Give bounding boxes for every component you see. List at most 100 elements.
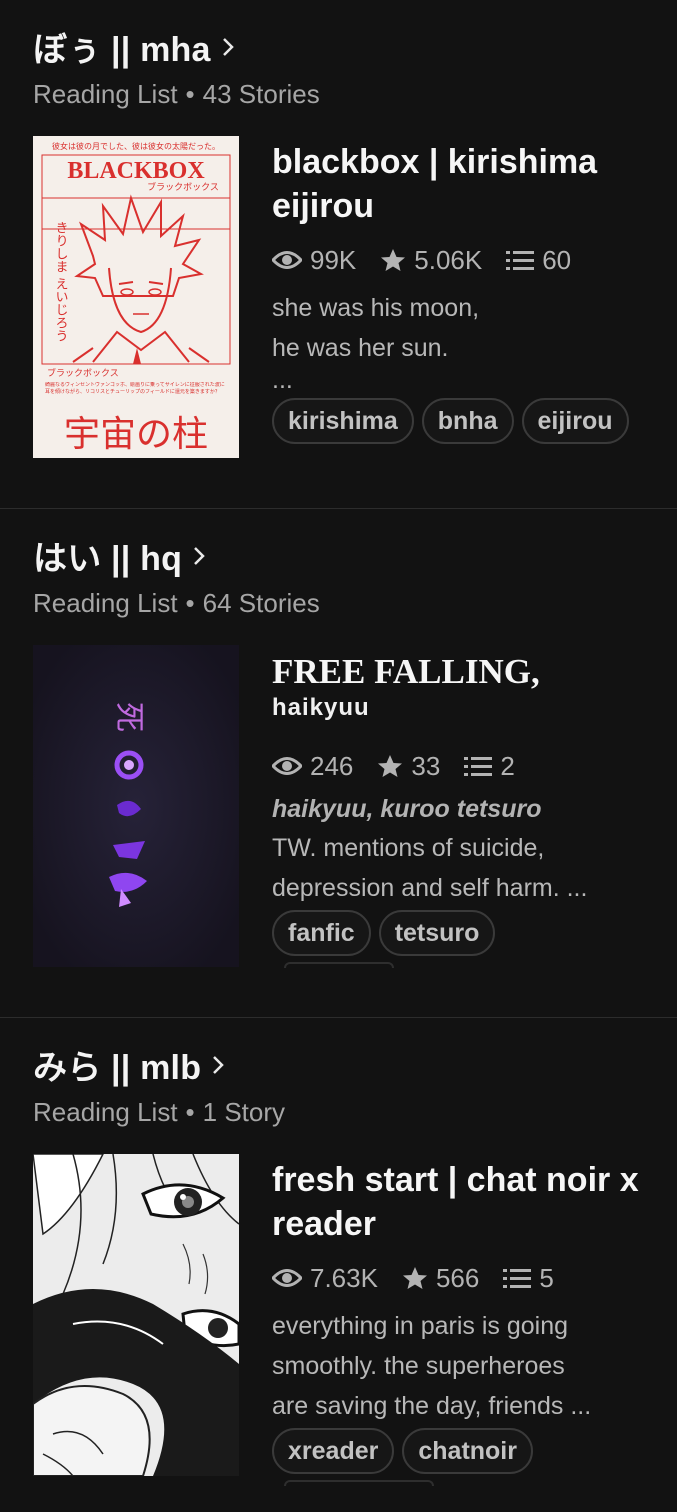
story-cover[interactable]	[33, 1154, 239, 1476]
parts-count: 60	[542, 244, 572, 275]
story-stats: 246 33 2	[272, 748, 652, 784]
story-count: 64 Stories	[202, 588, 320, 618]
separator-dot: •	[185, 79, 195, 109]
star-icon	[381, 249, 406, 271]
story-count: 1 Story	[202, 1097, 286, 1127]
description-line: he was her sun.	[272, 334, 449, 362]
tag-chip-overflow	[284, 1480, 434, 1486]
reading-list-title[interactable]: みら || mlb	[33, 1040, 201, 1089]
reading-list-label: Reading List	[33, 1097, 178, 1127]
story-info[interactable]: FREE FALLING, haikyuu 246 33 2 haikyuu, …	[272, 652, 652, 968]
votes-stat: 5.06K	[380, 245, 482, 276]
story-tags: kirishima bnha eijirou	[272, 398, 652, 444]
cover-brand-kana: ブラックボックス	[147, 181, 219, 193]
cover-bottom-text: 宇宙の柱	[64, 414, 208, 455]
tag-chip[interactable]: bnha	[421, 398, 514, 444]
cover-side-text: きりしま えいじろう	[53, 221, 68, 343]
cover-art-blackbox: 彼女は彼の月でした、彼は彼女の太陽だった。 BLACKBOX ブラックボックス …	[33, 136, 239, 458]
chevron-right-icon[interactable]	[221, 37, 235, 57]
description-line: ...	[272, 366, 293, 394]
reading-list-title[interactable]: ぼぅ || mha	[33, 22, 211, 71]
reading-list-header[interactable]: ぼぅ || mha Reading List • 43 Stories	[33, 22, 320, 110]
separator-dot: •	[185, 588, 195, 618]
story-cover[interactable]: 死	[33, 645, 239, 967]
story-description: everything in paris is going smoothly. t…	[272, 1306, 652, 1426]
reads-stat: 7.63K	[272, 1263, 378, 1294]
tag-chip[interactable]: eijirou	[521, 398, 629, 444]
story-title[interactable]: FREE FALLING,	[272, 652, 652, 692]
cover-glyph: 死	[111, 702, 146, 732]
parts-stat: 60	[506, 245, 571, 276]
cover-top-text: 彼女は彼の月でした、彼は彼女の太陽だった。	[52, 141, 220, 151]
cover-art-fresh-start	[33, 1154, 239, 1476]
tag-chip-overflow	[284, 962, 394, 968]
story-italic-tags: haikyuu, kuroo tetsuro	[272, 795, 542, 823]
tag-chip[interactable]: xreader	[272, 1428, 395, 1474]
chevron-right-icon[interactable]	[192, 546, 206, 566]
votes-count: 33	[411, 750, 441, 781]
cover-art-free-falling: 死	[33, 645, 239, 967]
votes-count: 5.06K	[414, 244, 483, 275]
story-info[interactable]: blackbox | kirishima eijirou 99K 5.06K 6…	[272, 140, 652, 444]
reads-count: 246	[310, 750, 354, 781]
reading-list-title-row[interactable]: はい || hq	[33, 531, 320, 580]
cover-kana-2: ブラックボックス	[47, 367, 119, 379]
separator-dot: •	[185, 1097, 195, 1127]
story-info[interactable]: fresh start | chat noir x reader 7.63K 5…	[272, 1158, 652, 1486]
description-line: TW. mentions of suicide,	[272, 834, 545, 862]
reads-stat: 99K	[272, 245, 356, 276]
story-tags: fanfic tetsuro	[272, 910, 652, 956]
story-subtitle: haikyuu	[272, 694, 370, 721]
votes-stat: 566	[402, 1263, 479, 1294]
story-cover[interactable]: 彼女は彼の月でした、彼は彼女の太陽だった。 BLACKBOX ブラックボックス …	[33, 136, 239, 458]
story-stats: 99K 5.06K 60	[272, 242, 652, 278]
reading-list-meta: Reading List • 43 Stories	[33, 79, 320, 110]
list-icon	[506, 251, 535, 270]
chevron-right-icon[interactable]	[211, 1055, 225, 1075]
story-description: TW. mentions of suicide, depression and …	[272, 828, 652, 908]
story-description: she was his moon, he was her sun. ...	[272, 288, 652, 394]
reading-list-label: Reading List	[33, 588, 178, 618]
list-icon	[464, 757, 493, 776]
reading-list-title-row[interactable]: みら || mlb	[33, 1040, 285, 1089]
reading-list-title[interactable]: はい || hq	[33, 531, 182, 580]
parts-count: 2	[500, 750, 515, 781]
story-tags: xreader chatnoir	[272, 1428, 652, 1474]
story-stats: 7.63K 566 5	[272, 1260, 652, 1296]
description-line: are saving the day, friends ...	[272, 1392, 592, 1420]
reads-stat: 246	[272, 751, 353, 782]
star-icon	[378, 755, 403, 777]
reading-list-header[interactable]: はい || hq Reading List • 64 Stories	[33, 531, 320, 619]
votes-count: 566	[435, 1262, 480, 1293]
eye-icon	[272, 757, 302, 775]
star-icon	[402, 1267, 427, 1289]
parts-stat: 2	[464, 750, 515, 782]
tag-chip[interactable]: fanfic	[272, 910, 371, 956]
cover-small-text: 綺麗なるヴィンセントヴァンゴッホ、絵画りに乗ってサイレンに征服された波に耳を傾け…	[45, 382, 225, 395]
reading-list-meta: Reading List • 64 Stories	[33, 588, 320, 619]
reading-list-meta: Reading List • 1 Story	[33, 1097, 285, 1128]
reading-list-title-row[interactable]: ぼぅ || mha	[33, 22, 320, 71]
reading-list-label: Reading List	[33, 79, 178, 109]
story-title[interactable]: blackbox | kirishima eijirou	[272, 140, 652, 228]
reading-list-header[interactable]: みら || mlb Reading List • 1 Story	[33, 1040, 285, 1128]
tag-chip[interactable]: chatnoir	[402, 1428, 533, 1474]
description-line: everything in paris is going	[272, 1312, 568, 1340]
tag-chip[interactable]: kirishima	[272, 398, 414, 444]
story-count: 43 Stories	[202, 79, 320, 109]
tag-chip[interactable]: tetsuro	[378, 910, 496, 956]
parts-stat: 5	[503, 1262, 554, 1294]
description-line: depression and self harm. ...	[272, 874, 588, 902]
description-line: she was his moon,	[272, 294, 480, 322]
eye-icon	[272, 1269, 302, 1287]
reading-list-section: みら || mlb Reading List • 1 Story fresh s…	[0, 1018, 677, 1512]
reading-list-section: ぼぅ || mha Reading List • 43 Stories 彼女は彼…	[0, 0, 677, 509]
story-title[interactable]: fresh start | chat noir x reader	[272, 1158, 652, 1246]
reading-list-section: はい || hq Reading List • 64 Stories 死 FRE…	[0, 509, 677, 1018]
reads-count: 99K	[310, 244, 357, 275]
parts-count: 5	[539, 1262, 554, 1293]
reads-count: 7.63K	[310, 1262, 378, 1293]
cover-brand: BLACKBOX	[67, 158, 205, 184]
description-line: smoothly. the superheroes	[272, 1352, 565, 1380]
eye-icon	[272, 251, 302, 269]
